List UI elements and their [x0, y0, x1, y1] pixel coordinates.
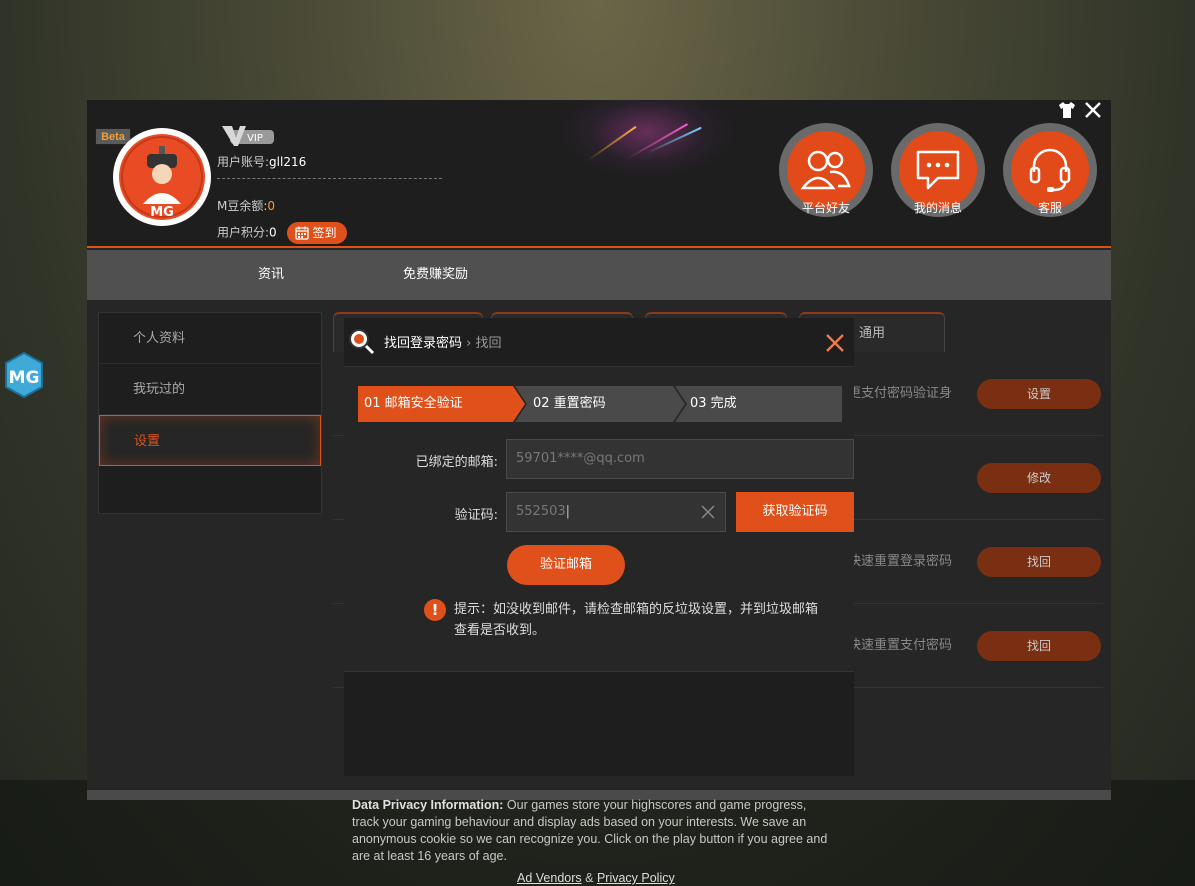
set-button[interactable]: 设置	[977, 379, 1101, 409]
nav-item-free-rewards[interactable]: 免费赚奖励	[403, 250, 468, 300]
sidebar-item-played[interactable]: 我玩过的	[99, 364, 321, 415]
code-input[interactable]: 552503|	[506, 492, 726, 532]
balance-value: 0	[267, 199, 276, 213]
get-code-button[interactable]: 获取验证码	[736, 492, 854, 532]
svg-text:MG: MG	[150, 205, 174, 220]
account-row: 用户账号:gll216	[217, 152, 347, 178]
balance-label: M豆余额:	[217, 199, 268, 213]
headset-icon	[1029, 148, 1071, 192]
privacy-notice: Data Privacy Information: Our games stor…	[352, 797, 832, 865]
sidebar-item-settings[interactable]: 设置	[99, 415, 321, 466]
avatar-image: MG	[119, 134, 205, 220]
amp: &	[581, 871, 597, 885]
dialog-close-icon[interactable]	[824, 332, 846, 354]
calendar-icon	[294, 226, 309, 240]
tip-text: 提示：如没收到邮件，请检查邮箱的反垃圾设置，并到垃圾邮箱查看是否收到。	[454, 602, 819, 638]
sidebar-item-profile[interactable]: 个人资料	[99, 313, 321, 364]
divider	[217, 178, 442, 179]
warning-icon: !	[424, 599, 446, 621]
support-label: 客服	[1037, 201, 1062, 215]
sidebar: 个人资料 我玩过的 设置	[98, 312, 322, 514]
dialog-header: 找回登录密码 › 找回	[344, 318, 854, 366]
verify-email-button[interactable]: 验证邮箱	[507, 545, 625, 585]
friends-label: 平台好友	[801, 201, 850, 215]
points-row: 用户积分:0 签到	[217, 222, 347, 246]
code-value: 552503	[516, 504, 566, 519]
recover-password-dialog: 找回登录密码 › 找回 01 邮箱安全验证 02 重置密码 03 完成 已绑定的…	[344, 318, 854, 776]
header-glow	[557, 100, 737, 180]
row-desc: 更支付密码验证身	[848, 386, 953, 401]
account-label: 用户账号:	[217, 155, 270, 169]
row-desc: 快速重置支付密码	[848, 638, 953, 653]
privacy-policy-link[interactable]: Privacy Policy	[597, 871, 675, 885]
user-info: 用户账号:gll216 M豆余额:0 用户积分:0 签到	[217, 152, 347, 246]
avatar[interactable]: MG	[113, 128, 211, 226]
email-label: 已绑定的邮箱:	[415, 455, 498, 470]
recover-pay-button[interactable]: 找回	[977, 631, 1101, 661]
vip-badge: VIP	[222, 126, 274, 146]
dialog-title: 找回登录密码 › 找回	[384, 332, 502, 351]
crumb-separator: ›	[466, 336, 472, 351]
sign-in-button[interactable]: 签到	[286, 222, 347, 244]
points-label: 用户积分:	[217, 225, 270, 240]
step-progress: 01 邮箱安全验证 02 重置密码 03 完成	[358, 386, 842, 422]
mg-logo-icon[interactable]: MG	[4, 352, 44, 398]
code-label: 验证码:	[454, 508, 498, 523]
crumb: 找回	[475, 336, 502, 351]
text-cursor: |	[565, 504, 571, 519]
sign-in-label: 签到	[312, 226, 337, 240]
tip: ! 提示：如没收到邮件，请检查邮箱的反垃圾设置，并到垃圾邮箱查看是否收到。	[424, 599, 824, 641]
dialog-body: 01 邮箱安全验证 02 重置密码 03 完成 已绑定的邮箱: 59701***…	[344, 366, 854, 672]
svg-text:VIP: VIP	[247, 133, 263, 144]
nav-item-news[interactable]: 资讯	[258, 250, 284, 300]
window-close-icon[interactable]	[1083, 100, 1103, 120]
step-3: 03 完成	[690, 396, 737, 411]
clear-icon[interactable]	[701, 505, 715, 519]
skin-shirt-icon[interactable]	[1057, 100, 1077, 120]
step-2: 02 重置密码	[533, 396, 606, 411]
step-1: 01 邮箱安全验证	[364, 396, 463, 411]
friends-icon	[800, 150, 851, 190]
row-desc: 快速重置登录密码	[848, 554, 953, 569]
search-key-icon	[349, 329, 375, 355]
email-field: 59701****@qq.com	[506, 439, 854, 479]
ad-vendors-link[interactable]: Ad Vendors	[517, 871, 582, 885]
recover-login-button[interactable]: 找回	[977, 547, 1101, 577]
modify-button[interactable]: 修改	[977, 463, 1101, 493]
app-window: Beta MG VIP 用户账号:gll216 M豆余额:0 用户积分:0 签到…	[87, 100, 1111, 800]
svg-text:MG: MG	[9, 368, 40, 388]
message-icon	[916, 150, 960, 190]
privacy-links: Ad Vendors & Privacy Policy	[517, 871, 675, 885]
header: Beta MG VIP 用户账号:gll216 M豆余额:0 用户积分:0 签到…	[87, 100, 1111, 248]
points-value: 0	[269, 225, 277, 240]
messages-label: 我的消息	[913, 201, 962, 215]
balance-row: M豆余额:0	[217, 196, 347, 222]
avatar-character-icon: MG	[121, 136, 203, 220]
privacy-heading: Data Privacy Information:	[352, 798, 504, 812]
dialog-title-text: 找回登录密码	[384, 336, 463, 351]
account-value: gll216	[269, 155, 307, 169]
top-nav: 资讯 免费赚奖励	[87, 250, 1111, 300]
